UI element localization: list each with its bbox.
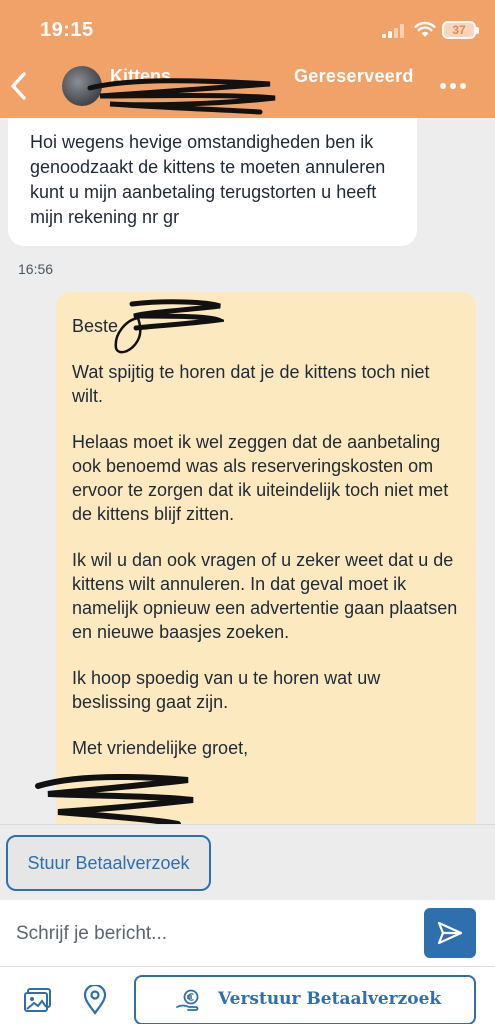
redaction-scribble bbox=[114, 299, 224, 354]
euro-hand-icon bbox=[176, 989, 199, 1011]
status-bar: 19:15 37 bbox=[0, 0, 495, 58]
send-payment-request-label: Verstuur Betaalverzoek bbox=[218, 989, 442, 1009]
message-paragraph: Ik wil u dan ook vragen of u zeker weet … bbox=[72, 550, 458, 642]
message-paragraph: Helaas moet ik wel zeggen dat de aanbeta… bbox=[72, 432, 449, 524]
message-timestamp: 16:56 bbox=[18, 261, 54, 277]
message-closing: Met vriendelijke groet, bbox=[72, 738, 249, 758]
send-payment-request-button[interactable]: Verstuur Betaalverzoek bbox=[134, 975, 476, 1024]
chat-header: 19:15 37 Kittens Gereserveerd bbox=[0, 0, 495, 118]
signal-icon bbox=[382, 24, 404, 38]
more-options-icon[interactable] bbox=[440, 76, 474, 90]
redaction-scribble bbox=[35, 773, 194, 824]
incoming-message: Hoi wegens hevige omstandigheden ben ik … bbox=[8, 118, 417, 246]
battery-indicator: 37 bbox=[442, 21, 479, 39]
message-list[interactable]: Hoi wegens hevige omstandigheden ben ik … bbox=[0, 118, 495, 824]
send-icon bbox=[437, 921, 463, 945]
payment-request-chip[interactable]: Stuur Betaalverzoek bbox=[6, 835, 211, 891]
status-time: 19:15 bbox=[40, 19, 94, 41]
message-paragraph: Wat spijtig te horen dat je de kittens t… bbox=[72, 362, 430, 406]
outgoing-message: Beste Wat spijtig te horen dat je de kit… bbox=[56, 292, 476, 824]
reservation-status: Gereserveerd bbox=[294, 66, 414, 86]
incoming-message-text: Hoi wegens hevige omstandigheden ben ik … bbox=[30, 132, 386, 227]
photo-icon[interactable] bbox=[24, 987, 52, 1013]
send-button[interactable] bbox=[424, 908, 476, 958]
wifi-icon bbox=[414, 21, 436, 37]
location-pin-icon[interactable] bbox=[82, 985, 108, 1015]
redaction-scribble bbox=[87, 78, 276, 115]
quick-actions: Stuur Betaalverzoek bbox=[0, 824, 495, 900]
message-composer bbox=[0, 900, 495, 966]
message-paragraph: Ik hoop spoedig van u te horen wat uw be… bbox=[72, 668, 381, 712]
message-input[interactable] bbox=[16, 916, 396, 952]
bottom-toolbar: Verstuur Betaalverzoek bbox=[0, 966, 495, 1024]
back-icon[interactable] bbox=[8, 70, 30, 102]
